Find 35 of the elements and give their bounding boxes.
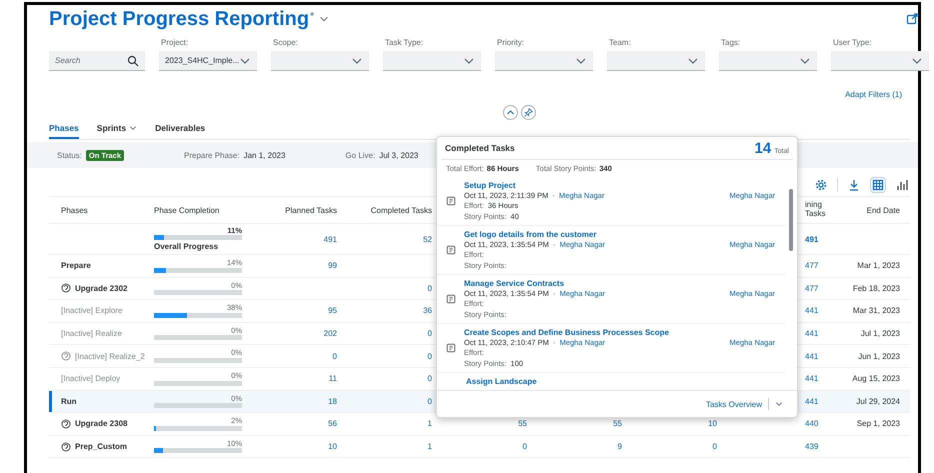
end-date: Sep 1, 2023 <box>856 419 900 428</box>
column-header: End Date <box>866 206 900 214</box>
total-count: 14 <box>754 140 772 156</box>
filter-label: User Type: <box>832 38 873 48</box>
separator-dot: · <box>552 190 556 202</box>
separator-dot: · <box>552 240 556 250</box>
prepare-label: Prepare Phase: <box>184 150 240 160</box>
page-title: Project Progress Reporting <box>49 8 310 30</box>
separator-dot: · <box>552 338 556 348</box>
end-date: Jul 1, 2023 <box>860 329 900 338</box>
progress-caption: Overall Progress <box>154 242 220 252</box>
end-date: Jun 1, 2023 <box>858 352 900 361</box>
filter-label: Priority: <box>496 38 526 48</box>
filter-label: Scope: <box>272 38 299 48</box>
filter-label: Project: <box>160 38 190 48</box>
end-date: Mar 1, 2023 <box>857 261 900 270</box>
column-header: Completed Tasks <box>370 206 432 214</box>
end-date: Mar 31, 2023 <box>852 306 900 316</box>
column-header: Phase Completion <box>154 206 220 214</box>
filter-label: Team: <box>608 38 632 48</box>
golive-date: Jul 3, 2023 <box>379 150 418 160</box>
end-date: Jul 29, 2024 <box>856 396 900 406</box>
column-header: Phases <box>61 206 88 214</box>
end-date: Aug 15, 2023 <box>852 374 900 384</box>
filter-label: Task Type: <box>384 38 424 48</box>
separator-dot: · <box>552 288 556 300</box>
filter-label: Tags: <box>720 38 742 48</box>
modified-mark: * <box>310 11 314 22</box>
end-date: Feb 18, 2023 <box>852 284 900 293</box>
golive-label: Go Live: <box>345 150 376 160</box>
status-label: Status: <box>57 150 82 160</box>
column-header: ining Tasks <box>805 201 826 219</box>
prepare-date: Jan 1, 2023 <box>244 150 286 160</box>
column-header: Planned Tasks <box>285 206 337 214</box>
popover-title: Completed Tasks <box>445 143 515 153</box>
